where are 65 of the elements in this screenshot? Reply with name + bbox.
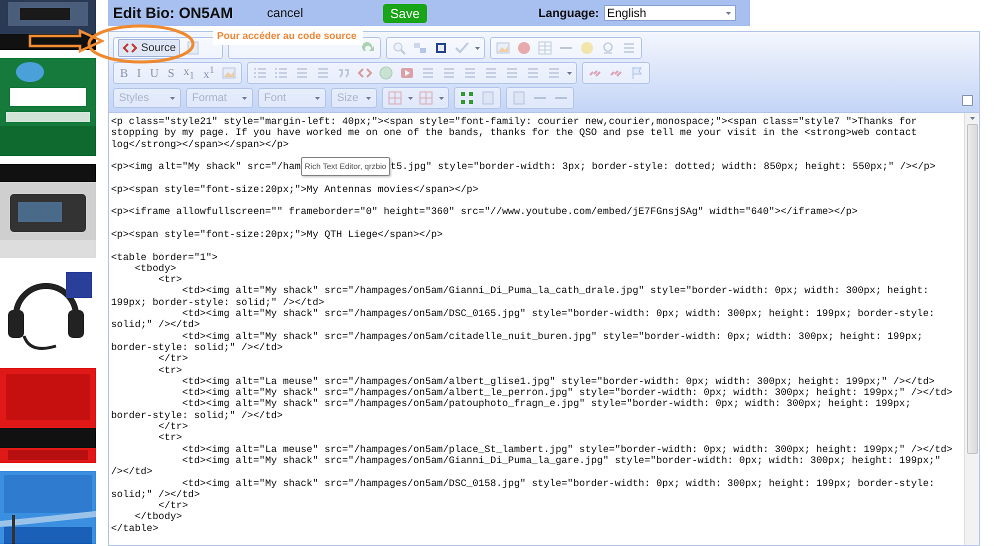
language-label: Language:	[538, 6, 599, 20]
source-button[interactable]: Source	[118, 39, 180, 57]
code-line: <p class="style21" style="margin-left: 40px;"><span style="font-family: courier new,courier,monospace;"><span class="style7 ">Thanks for	[111, 116, 917, 128]
scrollbar[interactable]	[964, 113, 979, 545]
maximize-icon[interactable]	[459, 90, 475, 106]
caret-icon	[970, 117, 974, 120]
search-icon[interactable]	[390, 40, 407, 56]
code-line: 199px; border-style: solid;" /></td>	[111, 296, 324, 308]
code-line: <td><img alt="My shack" src="/hampages/on5am/DSC_0165.jpg" style="border-width: 0px; width: 300px; height: 199px; border-style:	[181, 308, 935, 320]
caret-icon	[315, 96, 320, 100]
code-line: <td><img alt="My shack" src="/hampages/on5am/Gianni_Di_Puma_la_gare.jpg" style="border-width: 0px; width: 300px; height: 199px;"	[181, 454, 941, 466]
caret-icon	[474, 46, 480, 50]
code-line: solid;" /></td>	[111, 319, 200, 331]
code-line: <p><span style="font-size:20px;">My QTH Liege</span></p>	[111, 228, 443, 240]
code-line: </tbody>	[134, 511, 182, 523]
code-line: t5.jpg" style="border-width: 3px; border-style: dotted; width: 850px; height: 550px;" /></p>	[390, 161, 936, 172]
code-line: solid;" /></td>	[111, 488, 200, 500]
code-line: <td><img alt="La meuse" src="/hampages/on5am/place_St_lambert.jpg" style="border-width: 0px; width: 300px; height: 199px;" /></td>	[181, 444, 952, 455]
code-line: border-style: solid;" /></td>	[111, 410, 283, 422]
cancel-link[interactable]: cancel	[267, 6, 304, 20]
source-code-area[interactable]	[109, 112, 979, 545]
caret-icon	[408, 96, 413, 100]
caret-icon	[439, 96, 444, 100]
page-title: Edit Bio: ON5AM	[113, 4, 233, 22]
spellcheck-icon[interactable]	[454, 40, 470, 56]
tooltip: Rich Text Editor, qrzbio	[300, 157, 390, 176]
table-icon[interactable]	[536, 40, 553, 56]
code-line: log</strong></span></span></p>	[111, 138, 289, 150]
code-line: <p><img alt="My shack" src="/ham	[111, 161, 301, 172]
text-color-icon[interactable]	[387, 90, 403, 106]
caret-icon	[567, 72, 572, 74]
code-line: <p><span style="font-size:20px;">My Antennas movies</span></p>	[111, 184, 478, 196]
code-line: </tr>	[157, 353, 188, 365]
caret-icon	[726, 12, 731, 14]
background-color-icon[interactable]	[418, 90, 434, 106]
code-line: <table border="1">	[111, 252, 218, 263]
code-line: <td><img alt="My shack" src="/hampages/on5am/patouphoto_fragn_e.jpg" style="border-width: 0px; width: 300px; height: 199px;	[181, 398, 912, 410]
image-icon[interactable]	[221, 65, 238, 81]
code-line: border-style: solid;" /></td>	[111, 342, 283, 354]
code-line: <td><img alt="My shack" src="/hampages/on5am/albert_le_perron.jpg" style="border-width: 0px; width: 300px; height: 199px;" /></td>	[181, 387, 952, 398]
code-line: /></td>	[111, 466, 152, 478]
code-line: <p><iframe allowfullscreen="" frameborder="0" height="360" src="//www.youtube.com/embed/jE7FGnsjSAg" width="640"></iframe></p>	[111, 206, 858, 218]
code-line: </tr>	[157, 500, 188, 512]
collapse-button[interactable]	[962, 95, 973, 106]
code-line: <tr>	[157, 274, 182, 286]
code-line: <tbody>	[134, 262, 176, 274]
code-line: <td><img alt="La meuse" src="/hampages/on5am/albert_glise1.jpg" style="border-width: 0px; width: 300px; height: 199px;" /></td>	[181, 376, 935, 388]
caret-icon	[242, 96, 247, 100]
code-line: <td><img alt="My shack" src="/hampages/on5am/DSC_0158.jpg" style="border-width: 0px; width: 300px; height: 199px; border-style:	[181, 478, 935, 489]
code-line: stopping by my page. If you have worked me on one of the bands, thanks for the QSO and pse tell me your visit in the <strong>web contact	[111, 127, 917, 139]
code-line: <tr>	[157, 432, 182, 444]
caret-icon	[366, 96, 371, 100]
code-line: <td><img alt="My shack" src="/hampages/on5am/Gianni_Di_Puma_la_cath_drale.jpg" style="border-width: 0px; width: 300px; height:	[181, 285, 929, 297]
replace-icon[interactable]	[412, 40, 428, 56]
code-line: <td><img alt="My shack" src="/hampages/on5am/citadelle_nuit_buren.jpg" style="border-width: 0px; width: 300px; height: 199px;	[181, 330, 923, 342]
image-icon[interactable]	[494, 40, 511, 56]
code-line: </tr>	[157, 421, 188, 432]
code-line: <tr>	[157, 364, 182, 376]
language-select[interactable]: English	[604, 5, 736, 21]
video-icon[interactable]	[399, 65, 416, 81]
caret-icon	[170, 96, 175, 100]
code-line: </table>	[111, 522, 158, 534]
save-button[interactable]: Save	[383, 4, 427, 22]
annotation-label: Pour accéder au code source	[213, 30, 363, 45]
globe-icon[interactable]	[378, 65, 394, 81]
